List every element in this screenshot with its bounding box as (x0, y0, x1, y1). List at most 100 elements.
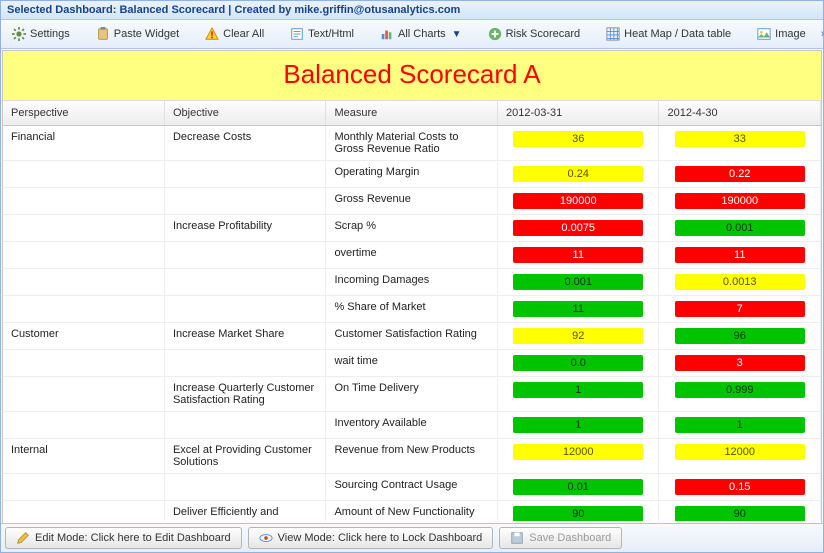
col-objective[interactable]: Objective (164, 101, 325, 126)
cell-value1: 12000 (498, 439, 659, 474)
chevron-down-icon: ▼ (452, 29, 462, 40)
table-row[interactable]: Incoming Damages0.0010.0013 (3, 269, 821, 296)
table-row[interactable]: Gross Revenue190000190000 (3, 188, 821, 215)
cell-measure: Customer Satisfaction Rating (326, 323, 498, 350)
save-dashboard-button[interactable]: Save Dashboard (499, 527, 622, 549)
cell-value2: 1 (659, 412, 821, 439)
cell-perspective (3, 296, 164, 323)
toolbar-overflow-button[interactable]: » (815, 26, 824, 42)
status-badge: 1 (513, 382, 643, 398)
pencil-icon (16, 531, 30, 545)
cell-objective: Deliver Efficiently and (164, 501, 325, 522)
footer-toolbar: Edit Mode: Click here to Edit Dashboard … (1, 523, 823, 552)
bar-chart-icon (380, 27, 394, 41)
table-row[interactable]: % Share of Market117 (3, 296, 821, 323)
paste-widget-button[interactable]: Paste Widget (89, 23, 186, 45)
cell-objective (164, 296, 325, 323)
cell-objective: Increase Market Share (164, 323, 325, 350)
scorecard-table: Perspective Objective Measure 2012-03-31… (3, 101, 821, 521)
cell-value1: 11 (498, 296, 659, 323)
table-row[interactable]: Deliver Efficiently andAmount of New Fun… (3, 501, 821, 522)
col-measure[interactable]: Measure (326, 101, 498, 126)
status-badge: 96 (675, 328, 805, 344)
table-row[interactable]: Inventory Available 1 1 (3, 412, 821, 439)
cell-objective: Excel at Providing Customer Solutions (164, 439, 325, 474)
edit-mode-button[interactable]: Edit Mode: Click here to Edit Dashboard (5, 527, 242, 549)
title-band: Balanced Scorecard A (3, 51, 821, 101)
cell-objective (164, 269, 325, 296)
col-date1[interactable]: 2012-03-31 (498, 101, 659, 126)
cell-perspective (3, 474, 164, 501)
cell-value1: 0.0 (498, 350, 659, 377)
status-badge: 90 (675, 506, 805, 521)
grid-icon (606, 27, 620, 41)
status-badge: 190000 (675, 193, 805, 209)
cell-measure: Operating Margin (326, 161, 498, 188)
table-row[interactable]: Sourcing Contract Usage0.010.15 (3, 474, 821, 501)
status-badge: 11 (513, 301, 643, 317)
status-badge: 1 (513, 417, 643, 433)
status-badge: 0.01 (513, 479, 643, 495)
cell-value1: 0.24 (498, 161, 659, 188)
col-perspective[interactable]: Perspective (3, 101, 164, 126)
cell-perspective: Internal (3, 439, 164, 474)
table-row[interactable]: Operating Margin0.24 0.22 (3, 161, 821, 188)
cell-value1: 36 (498, 126, 659, 161)
cell-value1: 90 (498, 501, 659, 522)
cell-measure: % Share of Market (326, 296, 498, 323)
cell-perspective (3, 242, 164, 269)
cell-perspective (3, 412, 164, 439)
cell-objective: Increase Profitability (164, 215, 325, 242)
table-row[interactable]: InternalExcel at Providing Customer Solu… (3, 439, 821, 474)
cell-objective (164, 474, 325, 501)
cell-measure: Inventory Available (326, 412, 498, 439)
window-title-bar: Selected Dashboard: Balanced Scorecard |… (1, 1, 823, 20)
cell-objective (164, 412, 325, 439)
cell-value1: 92 (498, 323, 659, 350)
cell-objective (164, 350, 325, 377)
status-badge: 1 (675, 417, 805, 433)
cell-perspective: Customer (3, 323, 164, 350)
text-html-button[interactable]: Text/Html (283, 23, 361, 45)
image-button[interactable]: Image (750, 23, 813, 45)
cell-value2: 12000 (659, 439, 821, 474)
clipboard-icon (96, 27, 110, 41)
cell-value1: 1 (498, 412, 659, 439)
status-badge: 0.001 (675, 220, 805, 236)
col-date2[interactable]: 2012-4-30 (659, 101, 821, 126)
cell-objective: Decrease Costs (164, 126, 325, 161)
page-title: Balanced Scorecard A (3, 59, 821, 90)
status-badge: 33 (675, 131, 805, 147)
cell-perspective (3, 377, 164, 412)
risk-scorecard-button[interactable]: Risk Scorecard (481, 23, 588, 45)
scorecard-scroll[interactable]: Perspective Objective Measure 2012-03-31… (3, 101, 821, 521)
table-row[interactable]: FinancialDecrease CostsMonthly Material … (3, 126, 821, 161)
table-row[interactable]: wait time0.03 (3, 350, 821, 377)
cell-value2: 96 (659, 323, 821, 350)
cell-perspective: Financial (3, 126, 164, 161)
cell-perspective (3, 215, 164, 242)
status-badge: 0.0075 (513, 220, 643, 236)
cell-perspective (3, 188, 164, 215)
heatmap-button[interactable]: Heat Map / Data table (599, 23, 738, 45)
status-badge: 0.0013 (675, 274, 805, 290)
cell-measure: Sourcing Contract Usage (326, 474, 498, 501)
cell-value2: 0.0013 (659, 269, 821, 296)
cell-value1: 0.0075 (498, 215, 659, 242)
status-badge: 90 (513, 506, 643, 521)
status-badge: 0.0 (513, 355, 643, 371)
status-badge: 0.999 (675, 382, 805, 398)
cell-value1: 0.001 (498, 269, 659, 296)
cell-value2: 11 (659, 242, 821, 269)
table-row[interactable]: CustomerIncrease Market ShareCustomer Sa… (3, 323, 821, 350)
cell-measure: Revenue from New Products (326, 439, 498, 474)
status-badge: 0.22 (675, 166, 805, 182)
all-charts-dropdown[interactable]: All Charts ▼ (373, 23, 469, 45)
view-mode-button[interactable]: View Mode: Click here to Lock Dashboard (248, 527, 494, 549)
table-row[interactable]: Increase Quarterly Customer Satisfaction… (3, 377, 821, 412)
table-row[interactable]: Increase ProfitabilityScrap %0.00750.001 (3, 215, 821, 242)
clear-all-button[interactable]: Clear All (198, 23, 271, 45)
save-icon (510, 531, 524, 545)
table-row[interactable]: overtime1111 (3, 242, 821, 269)
settings-button[interactable]: Settings (5, 23, 77, 45)
